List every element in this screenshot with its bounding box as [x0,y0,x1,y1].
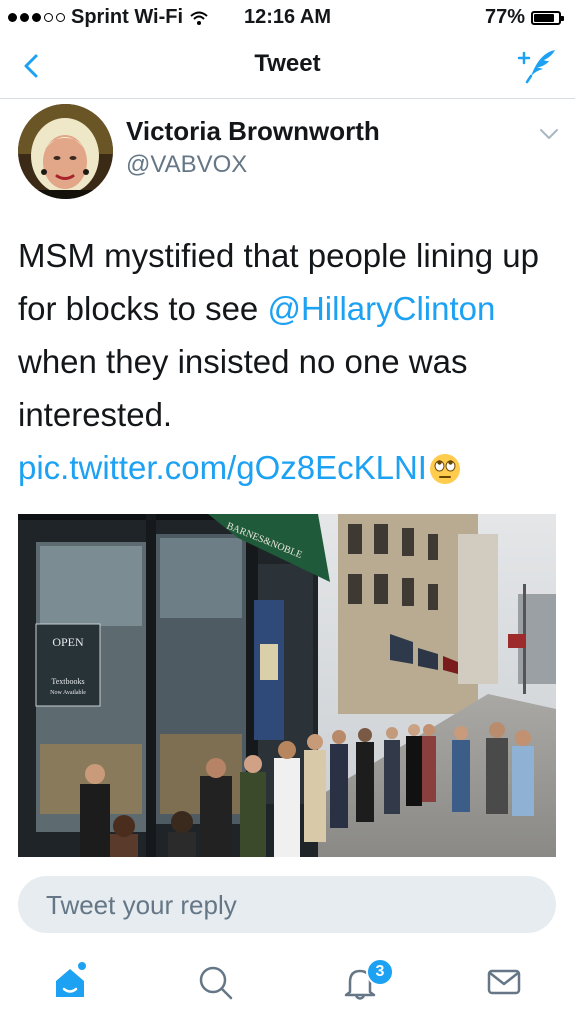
tweet-text-part: when they insisted no one was interested… [18,343,468,433]
eye-roll-emoji-icon [429,454,460,484]
reply-placeholder: Tweet your reply [46,890,237,920]
author-handle[interactable]: @VABVOX [126,151,247,179]
chevron-down-icon[interactable] [538,127,560,141]
author-name[interactable]: Victoria Brownworth [126,116,380,147]
media-link[interactable]: pic.twitter.com/gOz8EcKLNI [18,449,427,486]
home-icon[interactable] [50,962,90,1002]
compose-tweet-icon[interactable] [515,46,559,86]
search-icon[interactable] [195,962,235,1002]
battery-icon [531,10,564,25]
tweet-text: MSM mystified that people lining up for … [18,229,563,494]
battery-percent: 77% [484,6,525,28]
status-bar: Sprint Wi-Fi 12:16 AM 77% [0,0,575,34]
battery-info: 77% [484,6,564,29]
tab-bar: 3 [0,950,575,1024]
notification-badge: 3 [366,958,394,986]
avatar[interactable] [18,104,113,199]
window-sign-available: Now Available [50,690,86,696]
window-sign-textbooks: Textbooks [51,677,84,686]
window-sign-open: OPEN [52,635,84,649]
envelope-icon[interactable] [484,962,524,1002]
page-title: Tweet [254,50,321,77]
tweet-photo[interactable]: BARNES&NOBLE OPEN Textbooks Now Availabl… [18,514,556,857]
reply-input[interactable]: Tweet your reply [18,876,556,933]
nav-bar: Tweet [0,34,575,99]
mention-link[interactable]: @HillaryClinton [267,290,495,327]
